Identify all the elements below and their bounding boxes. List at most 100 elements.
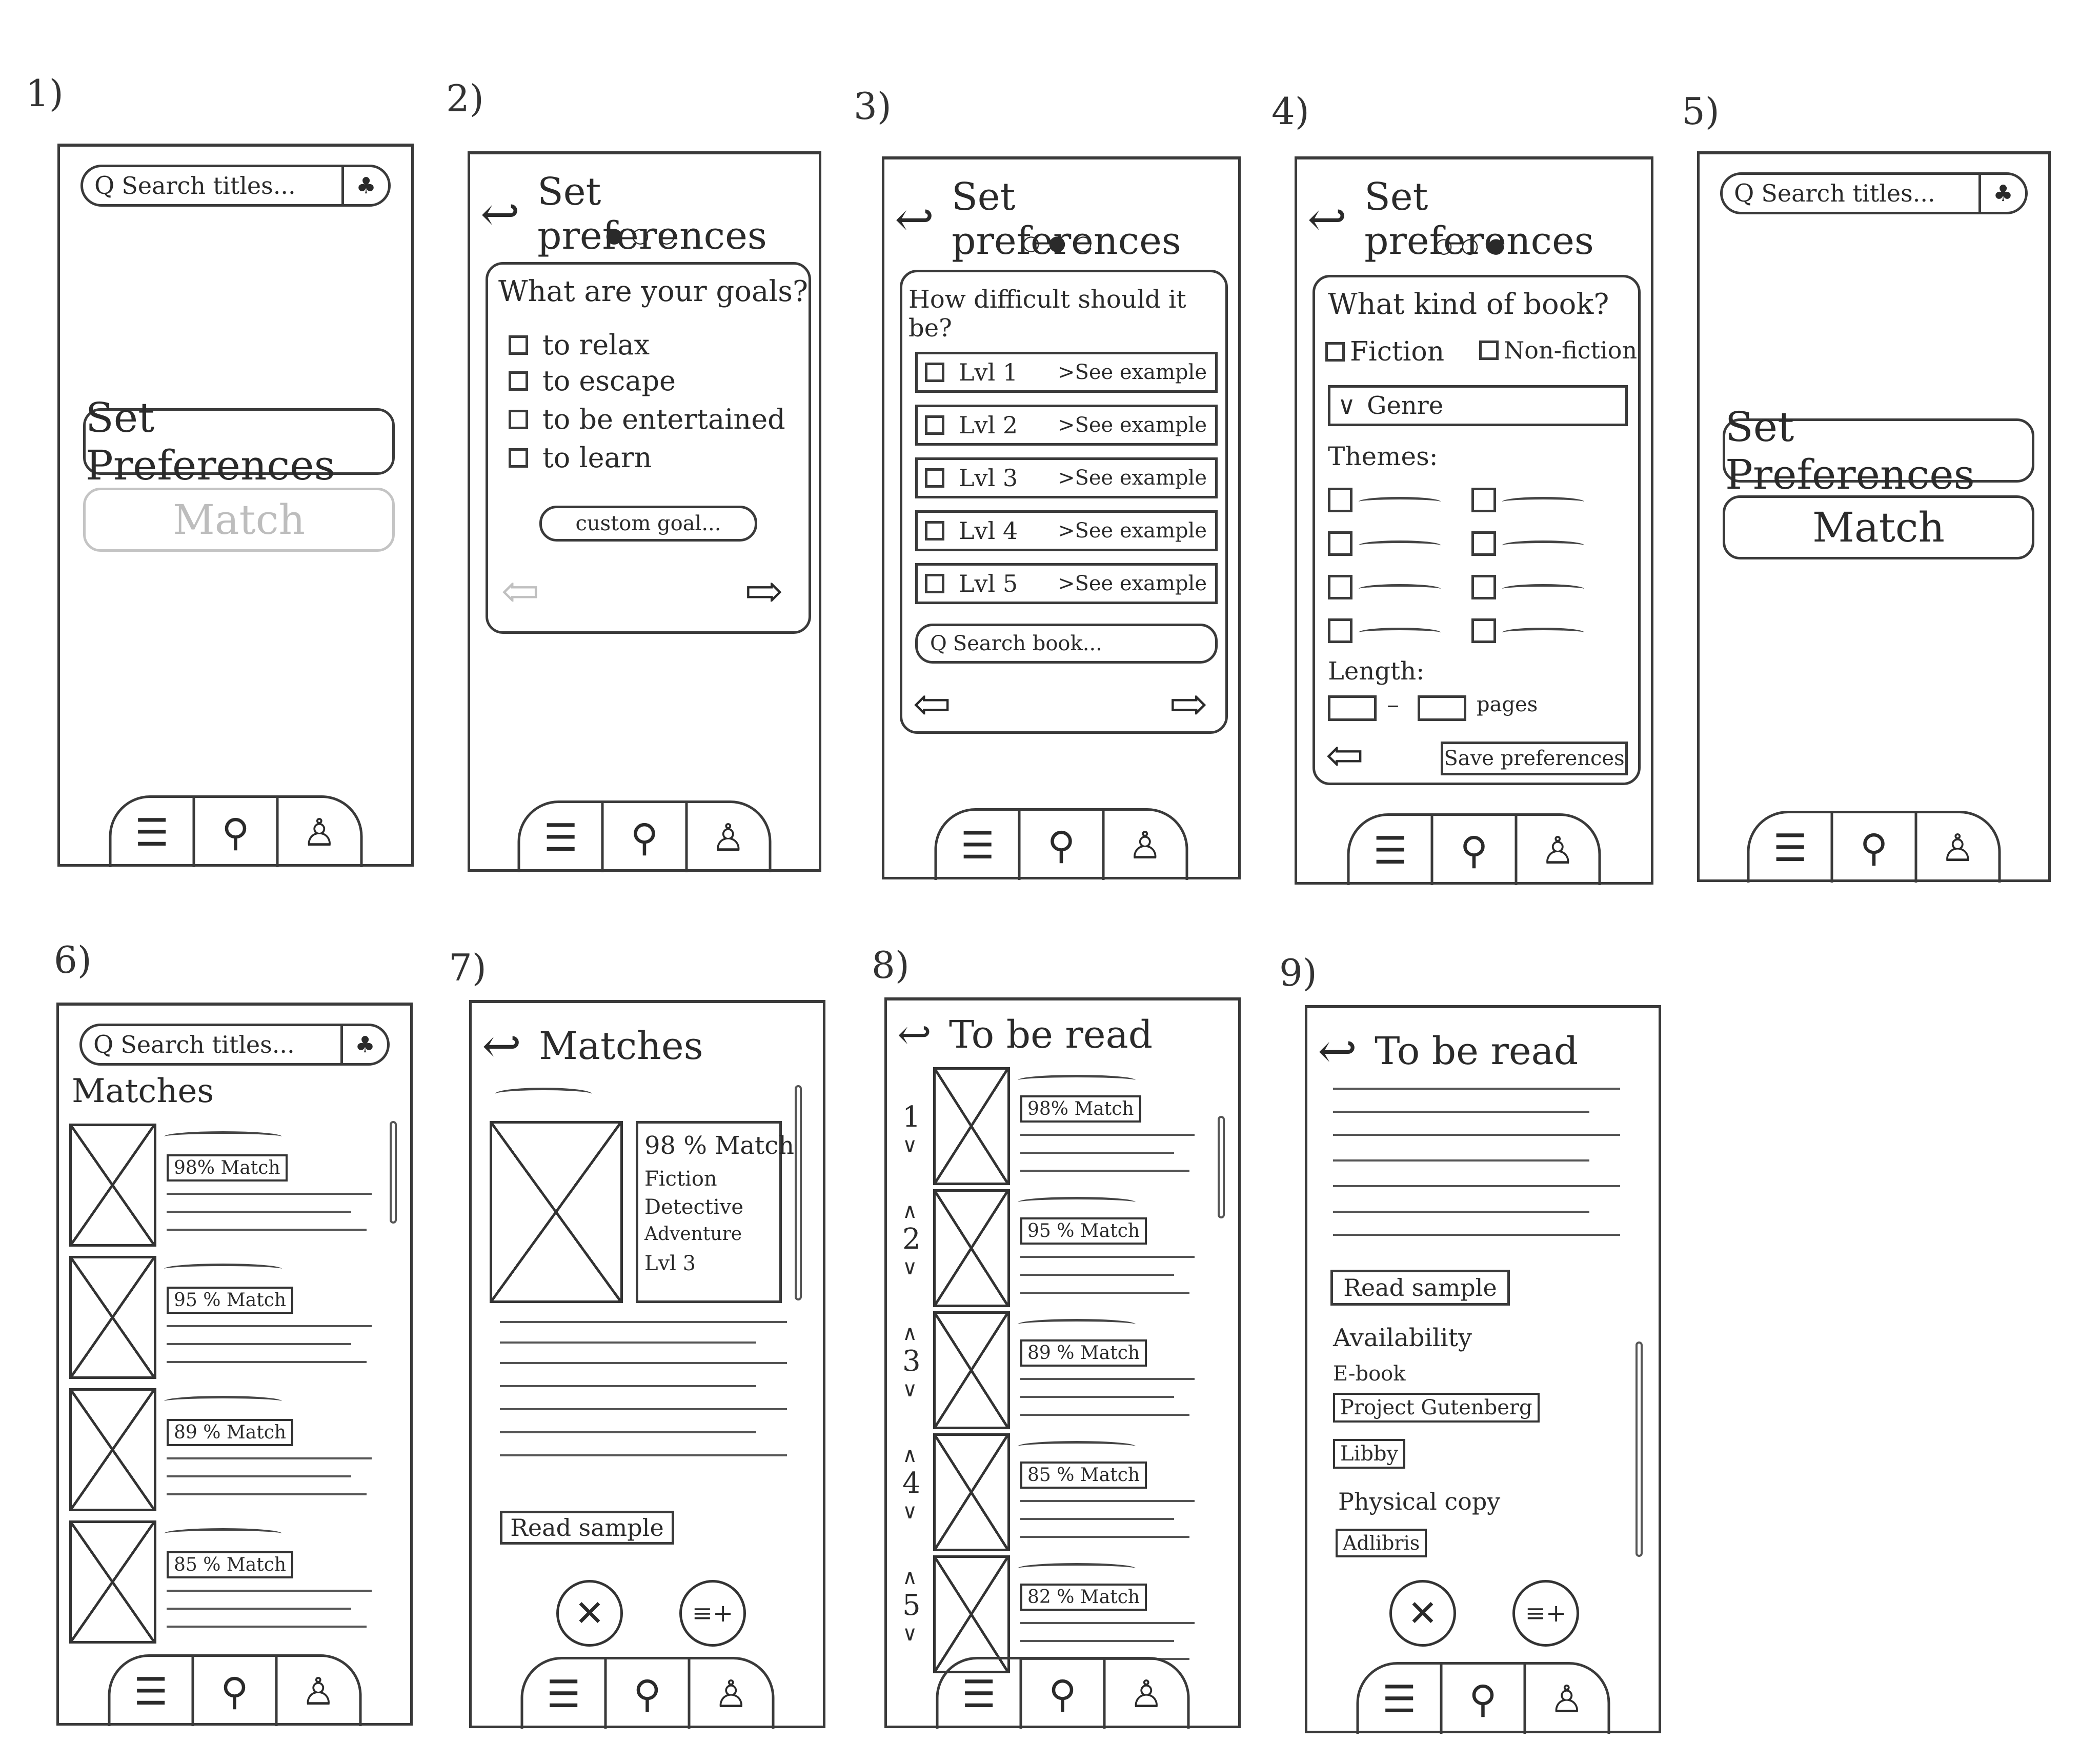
theme-checkbox[interactable] (1471, 531, 1496, 556)
fiction-option[interactable]: Fiction (1325, 336, 1444, 367)
search-book-input[interactable]: Q Search book... (915, 624, 1218, 664)
search-nav-icon[interactable]: ⚲ (1830, 813, 1914, 883)
level-option[interactable]: Lvl 3 >See example (915, 457, 1218, 498)
assistant-icon[interactable]: ♣ (340, 1026, 387, 1063)
search-nav-icon[interactable]: ⚲ (1430, 816, 1515, 885)
level-option[interactable]: Lvl 4 >See example (915, 510, 1218, 551)
set-preferences-button[interactable]: Set Preferences (83, 394, 395, 489)
level-option[interactable]: Lvl 5 >See example (915, 563, 1218, 604)
profile-icon[interactable]: ♙ (275, 1657, 359, 1726)
profile-icon[interactable]: ♙ (1523, 1665, 1607, 1734)
theme-checkbox[interactable] (1328, 575, 1352, 599)
back-icon[interactable]: ↩ (1318, 1024, 1357, 1078)
add-to-list-icon[interactable]: ≡+ (679, 1580, 746, 1647)
level-option[interactable]: Lvl 2 >See example (915, 405, 1218, 446)
profile-icon[interactable]: ♙ (1102, 811, 1185, 880)
see-example-link[interactable]: >See example (1058, 361, 1207, 384)
read-sample-button[interactable]: Read sample (500, 1511, 674, 1545)
theme-checkbox[interactable] (1471, 618, 1496, 643)
move-up-icon[interactable]: ∧ (902, 1322, 917, 1345)
scrollbar[interactable] (1218, 1116, 1225, 1218)
list-icon[interactable]: ☰ (1750, 813, 1831, 883)
see-example-link[interactable]: >See example (1058, 413, 1207, 437)
list-icon[interactable]: ☰ (938, 1659, 1019, 1729)
move-up-icon[interactable]: ∧ (902, 1199, 917, 1223)
next-arrow-icon[interactable]: ⇨ (1169, 677, 1207, 731)
scrollbar[interactable] (795, 1085, 802, 1300)
checkbox[interactable] (925, 468, 944, 488)
search-bar[interactable]: Q Search titles... ♣ (80, 165, 391, 207)
move-up-icon[interactable]: ∧ (902, 1444, 917, 1467)
checkbox[interactable] (1479, 341, 1499, 360)
length-max-input[interactable] (1418, 695, 1466, 721)
profile-icon[interactable]: ♙ (1103, 1659, 1187, 1729)
checkbox[interactable] (509, 409, 528, 429)
see-example-link[interactable]: >See example (1058, 572, 1207, 595)
checkbox[interactable] (509, 335, 528, 355)
checkbox[interactable] (1325, 342, 1345, 362)
list-icon[interactable]: ☰ (111, 798, 192, 867)
search-bar[interactable]: Q Search titles... ♣ (79, 1024, 390, 1066)
checkbox[interactable] (925, 415, 944, 435)
move-down-icon[interactable]: ∨ (902, 1256, 917, 1279)
theme-checkbox[interactable] (1328, 488, 1352, 512)
search-nav-icon[interactable]: ⚲ (604, 1659, 688, 1729)
set-preferences-button[interactable]: Set Preferences (1723, 403, 2034, 498)
theme-checkbox[interactable] (1471, 575, 1496, 599)
checkbox[interactable] (509, 448, 528, 468)
scrollbar[interactable] (1635, 1341, 1643, 1557)
search-nav-icon[interactable]: ⚲ (1440, 1665, 1523, 1734)
move-up-icon[interactable]: ∧ (902, 1566, 917, 1589)
profile-icon[interactable]: ♙ (688, 1659, 772, 1729)
checkbox[interactable] (925, 521, 944, 540)
assistant-icon[interactable]: ♣ (1978, 175, 2025, 212)
length-min-input[interactable] (1328, 695, 1377, 721)
search-nav-icon[interactable]: ⚲ (1018, 811, 1102, 880)
move-down-icon[interactable]: ∨ (902, 1378, 917, 1401)
theme-checkbox[interactable] (1328, 531, 1352, 556)
search-bar[interactable]: Q Search titles... ♣ (1720, 172, 2028, 214)
search-nav-icon[interactable]: ⚲ (1019, 1659, 1103, 1729)
genre-dropdown[interactable]: ∨ Genre (1328, 385, 1628, 426)
profile-icon[interactable]: ♙ (1515, 816, 1598, 885)
list-icon[interactable]: ☰ (1359, 1665, 1440, 1734)
list-icon[interactable]: ☰ (520, 803, 601, 872)
back-icon[interactable]: ↩ (482, 1018, 521, 1073)
checkbox[interactable] (925, 363, 944, 382)
see-example-link[interactable]: >See example (1058, 519, 1207, 543)
add-to-list-icon[interactable]: ≡+ (1512, 1580, 1579, 1647)
move-down-icon[interactable]: ∨ (902, 1134, 917, 1157)
match-button[interactable]: Match (1723, 495, 2034, 559)
prev-arrow-icon[interactable]: ⇦ (1325, 729, 1364, 783)
level-option[interactable]: Lvl 1 >See example (915, 352, 1218, 393)
close-icon[interactable]: ✕ (1389, 1580, 1456, 1647)
libby-button[interactable]: Libby (1333, 1439, 1406, 1469)
profile-icon[interactable]: ♙ (276, 798, 360, 867)
list-icon[interactable]: ☰ (937, 811, 1018, 880)
theme-checkbox[interactable] (1471, 488, 1496, 512)
prev-arrow-icon[interactable]: ⇦ (913, 677, 951, 731)
goal-option[interactable]: to be entertained (509, 403, 785, 435)
close-icon[interactable]: ✕ (556, 1580, 623, 1647)
checkbox[interactable] (925, 574, 944, 593)
read-sample-button[interactable]: Read sample (1330, 1270, 1510, 1306)
goal-option[interactable]: to escape (509, 365, 676, 397)
profile-icon[interactable]: ♙ (685, 803, 769, 872)
next-arrow-icon[interactable]: ⇨ (744, 565, 783, 618)
search-nav-icon[interactable]: ⚲ (191, 1657, 275, 1726)
adlibris-button[interactable]: Adlibris (1336, 1529, 1427, 1557)
see-example-link[interactable]: >See example (1058, 466, 1207, 490)
checkbox[interactable] (509, 371, 528, 391)
move-down-icon[interactable]: ∨ (902, 1622, 917, 1646)
search-nav-icon[interactable]: ⚲ (192, 798, 276, 867)
custom-goal-input[interactable]: custom goal... (539, 506, 757, 542)
back-icon[interactable]: ↩ (897, 1011, 932, 1058)
save-preferences-button[interactable]: Save preferences (1441, 742, 1628, 775)
nonfiction-option[interactable]: Non-fiction (1479, 336, 1637, 364)
list-icon[interactable]: ☰ (110, 1657, 191, 1726)
scrollbar[interactable] (390, 1121, 397, 1224)
list-icon[interactable]: ☰ (523, 1659, 604, 1729)
goal-option[interactable]: to learn (509, 442, 652, 474)
assistant-icon[interactable]: ♣ (341, 167, 388, 204)
project-gutenberg-button[interactable]: Project Gutenberg (1333, 1393, 1540, 1423)
